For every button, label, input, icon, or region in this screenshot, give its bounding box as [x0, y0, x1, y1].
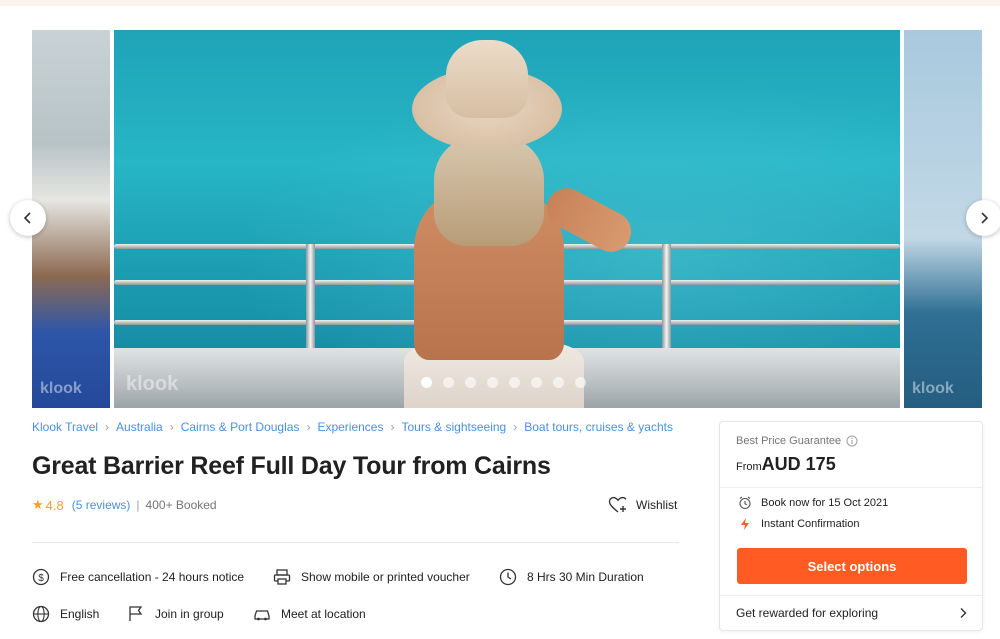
star-icon: ★ [32, 497, 44, 512]
pagination-dot[interactable] [553, 377, 564, 388]
rewards-link[interactable]: Get rewarded for exploring [736, 596, 968, 630]
feature-group: Join in group [127, 605, 224, 623]
globe-icon [32, 605, 50, 623]
breadcrumb-item[interactable]: Experiences [317, 420, 383, 434]
chevron-right-icon: › [306, 420, 311, 434]
breadcrumb-item[interactable]: Tours & sightseeing [401, 420, 506, 434]
watermark: klook [40, 380, 82, 397]
info-icon[interactable] [846, 435, 858, 447]
booked-count: 400+ Booked [145, 498, 217, 512]
divider [32, 542, 679, 543]
reward-label: Get rewarded for exploring [736, 606, 879, 620]
page-title: Great Barrier Reef Full Day Tour from Ca… [32, 452, 551, 480]
wishlist-label: Wishlist [636, 498, 678, 512]
chevron-right-icon [981, 212, 989, 224]
chevron-left-icon [23, 212, 31, 224]
gallery-next-button[interactable] [966, 200, 1000, 236]
woman-in-sun-hat [404, 40, 639, 408]
breadcrumb: Klook Travel › Australia › Cairns & Port… [32, 420, 673, 434]
gallery-image-main[interactable]: klook [114, 30, 900, 408]
feature-label: English [60, 607, 100, 621]
breadcrumb-item[interactable]: Cairns & Port Douglas [181, 420, 300, 434]
price-value: AUD 175 [761, 454, 836, 474]
rating-row: ★ 4.8 (5 reviews) | 400+ Booked [32, 497, 217, 513]
feature-duration: 8 Hrs 30 Min Duration [499, 568, 644, 586]
select-options-button[interactable]: Select options [737, 548, 967, 584]
clock-icon [499, 568, 517, 586]
gallery-prev-button[interactable] [10, 200, 46, 236]
breadcrumb-item[interactable]: Australia [116, 420, 163, 434]
printer-icon [273, 569, 291, 585]
instant-label: Instant Confirmation [761, 518, 860, 530]
pagination-dot[interactable] [575, 377, 586, 388]
price-from-label: From [736, 461, 762, 473]
heart-add-icon [608, 496, 627, 513]
feature-label: Free cancellation - 24 hours notice [60, 570, 245, 584]
chevron-right-icon: › [105, 420, 110, 434]
rating-score: 4.8 [45, 497, 64, 513]
book-now-info: Book now for 15 Oct 2021 [738, 496, 888, 510]
pagination-dot[interactable] [531, 377, 542, 388]
pagination-dot[interactable] [509, 377, 520, 388]
best-price-guarantee[interactable]: Best Price Guarantee [736, 435, 858, 447]
breadcrumb-item[interactable]: Klook Travel [32, 420, 98, 434]
guarantee-label: Best Price Guarantee [736, 435, 842, 447]
price-row: From AUD 175 [736, 454, 836, 475]
pagination-dot[interactable] [487, 377, 498, 388]
chevron-right-icon: › [513, 420, 518, 434]
lightning-icon [741, 518, 749, 530]
car-icon [254, 610, 270, 621]
dollar-circle-icon: $ [32, 568, 50, 586]
wishlist-button[interactable]: Wishlist [608, 496, 677, 514]
pagination-dot[interactable] [443, 377, 454, 388]
reviews-link[interactable]: (5 reviews) [72, 498, 131, 512]
feature-label: Meet at location [281, 607, 366, 621]
instant-confirmation-info: Instant Confirmation [738, 517, 859, 531]
pagination-dot[interactable] [465, 377, 476, 388]
feature-language: English [32, 605, 99, 623]
divider [720, 487, 982, 488]
watermark: klook [912, 380, 954, 397]
image-gallery[interactable]: klook klook klook [0, 30, 1000, 408]
pagination-dot[interactable] [421, 377, 432, 388]
book-now-label: Book now for 15 Oct 2021 [761, 497, 889, 509]
chevron-right-icon [960, 608, 967, 618]
breadcrumb-item[interactable]: Boat tours, cruises & yachts [524, 420, 673, 434]
feature-label: 8 Hrs 30 Min Duration [527, 570, 644, 584]
chevron-right-icon: › [390, 420, 395, 434]
feature-cancellation: $ Free cancellation - 24 hours notice [32, 568, 244, 586]
svg-text:$: $ [38, 573, 44, 584]
watermark: klook [126, 373, 179, 395]
divider: | [136, 498, 140, 512]
flag-icon [129, 606, 143, 621]
feature-label: Show mobile or printed voucher [301, 570, 470, 584]
alarm-clock-icon [739, 496, 751, 510]
chevron-right-icon: › [169, 420, 174, 434]
top-strip [0, 0, 1000, 6]
booking-card: Best Price Guarantee From AUD 175 Book n… [719, 421, 983, 631]
feature-label: Join in group [155, 607, 224, 621]
feature-voucher: Show mobile or printed voucher [273, 568, 470, 586]
gallery-pagination [421, 377, 586, 388]
feature-meeting: Meet at location [253, 605, 366, 623]
